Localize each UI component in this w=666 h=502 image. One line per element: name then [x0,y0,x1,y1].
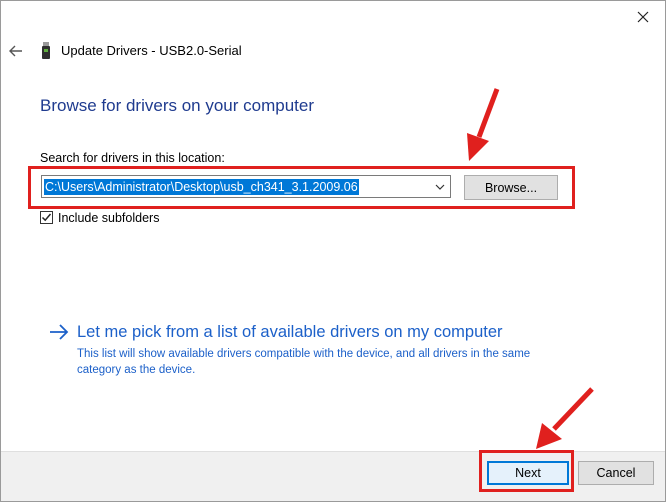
dialog-window [0,0,666,502]
window-title: Update Drivers - USB2.0-Serial [61,43,242,58]
path-combobox[interactable]: C:\Users\Administrator\Desktop\usb_ch341… [41,175,451,198]
cancel-button[interactable]: Cancel [578,461,654,485]
usb-device-icon [42,42,50,59]
arrow-right-icon[interactable] [48,322,70,342]
include-subfolders-checkbox[interactable] [40,211,53,224]
chevron-down-icon[interactable] [434,181,446,193]
checkmark-icon [41,213,52,222]
close-icon [637,11,649,23]
location-label: Search for drivers in this location: [40,151,225,165]
path-input-text[interactable]: C:\Users\Administrator\Desktop\usb_ch341… [44,179,359,195]
include-subfolders-label: Include subfolders [58,211,160,225]
page-heading: Browse for drivers on your computer [40,96,314,115]
pick-driver-description: This list will show available drivers co… [77,348,531,376]
back-button[interactable] [6,41,26,61]
pick-driver-link[interactable]: Let me pick from a list of available dri… [77,323,503,342]
browse-button[interactable]: Browse... [464,175,558,200]
next-button[interactable]: Next [487,461,569,485]
back-arrow-icon [9,45,22,57]
close-button[interactable] [630,6,656,28]
